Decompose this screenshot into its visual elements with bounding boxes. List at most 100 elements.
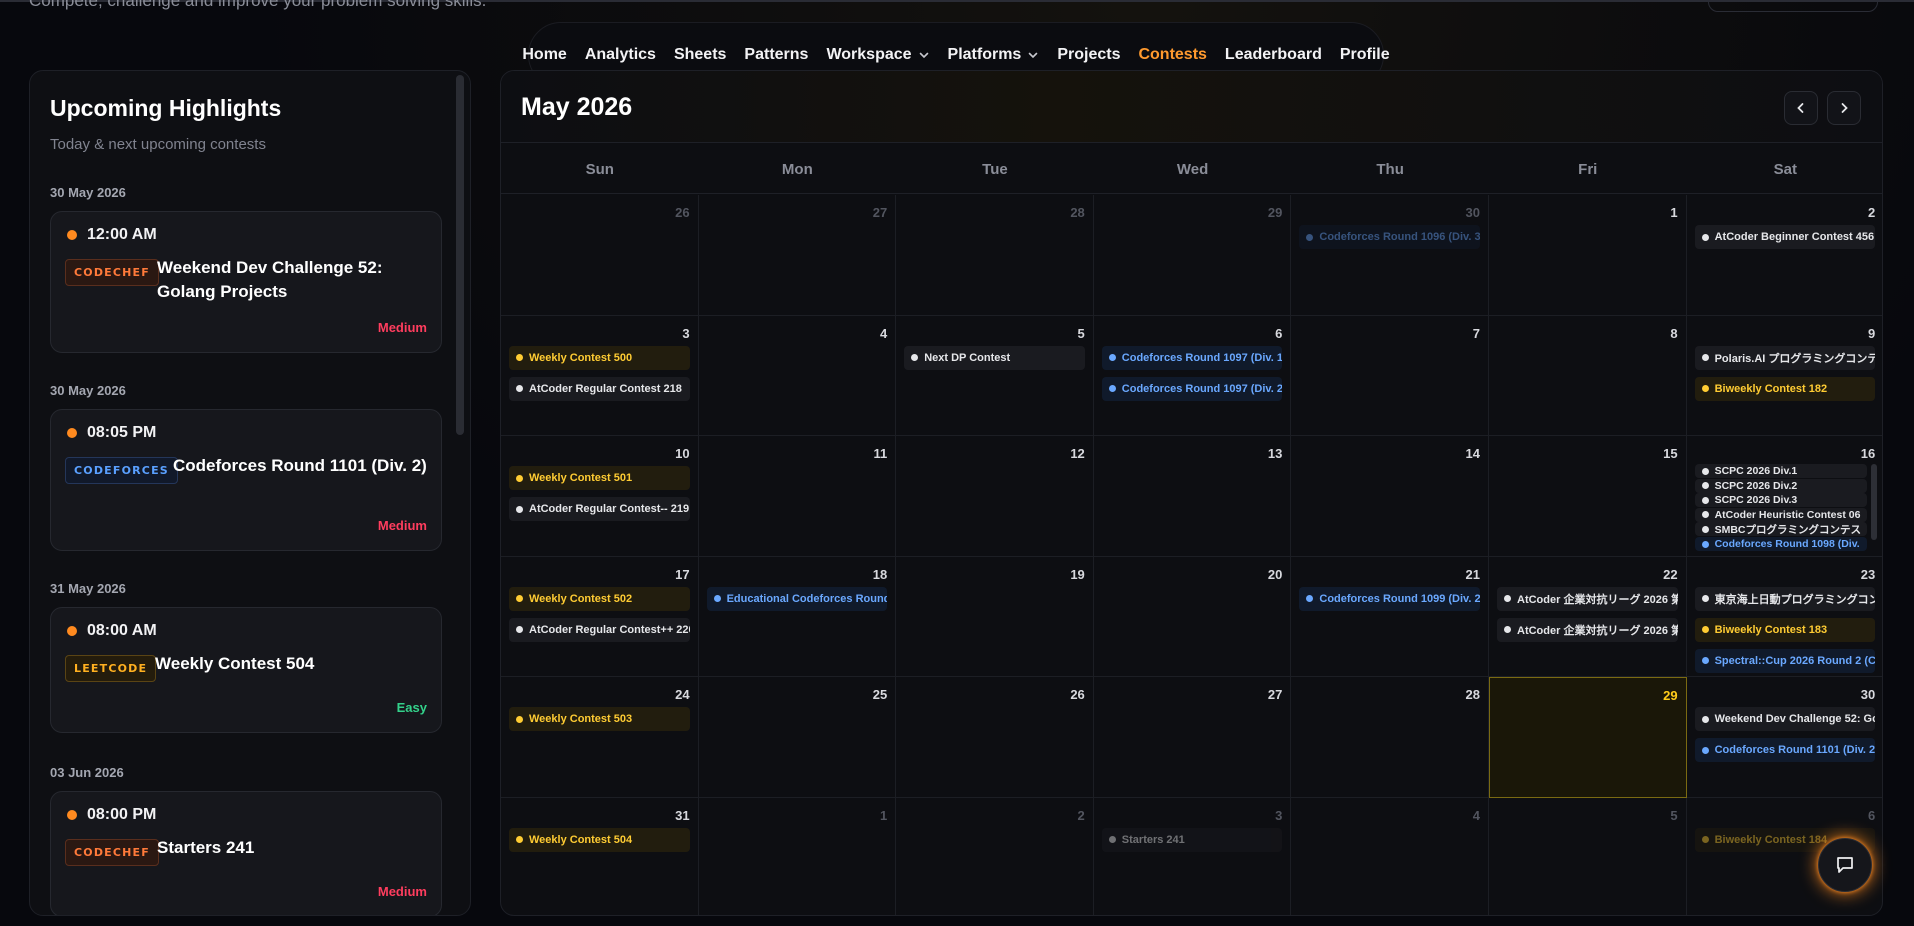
calendar-day[interactable]: 27 [698, 195, 897, 316]
calendar-event[interactable]: Educational Codeforces Round [706, 586, 888, 611]
calendar-event[interactable]: Codeforces Round 1096 (Div. 3) [1299, 225, 1480, 249]
event-title: Weekly Contest 503 [529, 713, 633, 725]
weekday-label: Mon [781, 160, 813, 178]
calendar-day[interactable]: 13 [1093, 436, 1292, 557]
day-number: 29 [1663, 688, 1678, 703]
highlight-card[interactable]: 12:00 AM CODECHEF Weekend Dev Challenge … [50, 211, 442, 353]
highlight-card[interactable]: 08:00 PM CODECHEF Starters 241 Medium [50, 791, 442, 915]
calendar-day[interactable]: 11 [698, 436, 897, 557]
calendar-day[interactable]: 4 [698, 315, 897, 436]
event-dot-icon [1701, 715, 1709, 723]
panel-scrollbar[interactable] [456, 75, 464, 435]
event-dot-icon [516, 626, 523, 633]
calendar-day[interactable]: 30 Weekend Dev Challenge 52: Go Codeforces… [1686, 677, 1882, 798]
nav-label: Platforms [947, 46, 1022, 63]
calendar-day[interactable]: 9 Polaris.AI プログラミングコンテ Biweekly Contest 1… [1686, 316, 1882, 436]
prev-month-button[interactable] [1784, 91, 1818, 125]
calendar-day[interactable]: 10 Weekly Contest 501 AtCoder Regular Cont… [501, 436, 699, 557]
calendar-event[interactable]: Polaris.AI プログラミングコンテ [1694, 345, 1876, 370]
highlight-card[interactable]: 08:05 PM CODEFORCES Codeforces Round 110… [50, 409, 442, 551]
calendar-event[interactable]: Spectral::Cup 2026 Round 2 (Co [1694, 648, 1876, 673]
calendar-event[interactable]: AtCoder Regular Contest++ 220 [509, 617, 690, 642]
calendar-day[interactable]: 1 [1489, 195, 1687, 316]
calendar-event[interactable]: Weekend Dev Challenge 52: Go [1694, 707, 1876, 731]
calendar-event[interactable]: AtCoder Regular Contest 218 [509, 376, 690, 401]
calendar-day[interactable]: 14 [1291, 436, 1489, 557]
calendar-day[interactable]: 4 [1291, 797, 1489, 915]
calendar-day-today[interactable]: 29 [1489, 677, 1687, 798]
calendar-day[interactable]: 30 Codeforces Round 1096 (Div. 3) [1291, 195, 1489, 316]
calendar-day[interactable]: 18 Educational Codeforces Round [698, 556, 897, 677]
calendar-day[interactable]: 5 [1489, 797, 1687, 915]
calendar-event[interactable]: Next DP Contest [904, 345, 1085, 370]
calendar-day[interactable]: 2 [896, 797, 1094, 915]
calendar-day[interactable]: 23 東京海上日動プログラミングコン Biweekly Contest 183 Spe… [1686, 557, 1882, 677]
calendar-day[interactable]: 29 [1093, 195, 1292, 316]
calendar-event[interactable]: Starters 241 [1101, 827, 1283, 852]
calendar-event[interactable]: SCPC 2026 Div.1 [1694, 464, 1868, 478]
weekday-label: Sun [585, 160, 614, 178]
calendar-day[interactable]: 26 [501, 195, 699, 316]
calendar-event[interactable]: Codeforces Round 1097 (Div. 1, [1101, 345, 1283, 370]
calendar-event[interactable]: SCPC 2026 Div.3 [1694, 493, 1868, 508]
event-dot-icon [1701, 233, 1709, 241]
day-number: 20 [1267, 566, 1283, 582]
calendar-day[interactable]: 2 AtCoder Beginner Contest 456 [1686, 195, 1882, 316]
calendar-day[interactable]: 1 [699, 797, 897, 915]
calendar-day[interactable]: 16 SCPC 2026 Div.1 SCPC 2026 Div.2 SCPC 202… [1686, 436, 1882, 557]
calendar-day[interactable]: 6 Codeforces Round 1097 (Div. 1, Codeforce… [1093, 315, 1292, 436]
calendar-event[interactable]: Weekly Contest 504 [509, 827, 690, 852]
panel-subtitle: Today & next upcoming contests [50, 136, 266, 153]
chat-button[interactable] [1818, 838, 1872, 892]
day-number: 10 [675, 446, 690, 461]
calendar-event[interactable]: Codeforces Round 1098 (Div. [1694, 537, 1868, 551]
calendar-day[interactable]: 20 [1093, 556, 1292, 677]
calendar-day[interactable]: 8 [1489, 315, 1687, 436]
calendar-event[interactable]: AtCoder Regular Contest-- 219 [509, 497, 690, 521]
calendar-day[interactable]: 25 [698, 677, 897, 798]
calendar-event[interactable]: AtCoder 企業対抗リーグ 2026 第 [1497, 617, 1678, 642]
calendar-day[interactable]: 15 [1489, 436, 1687, 557]
calendar-day[interactable]: 5 Next DP Contest [896, 315, 1094, 436]
calendar-event[interactable]: Codeforces Round 1101 (Div. 2) [1694, 738, 1876, 762]
calendar-day[interactable]: 31 Weekly Contest 504 [501, 797, 699, 915]
calendar-event[interactable]: Weekly Contest 501 [509, 466, 690, 490]
calendar-event[interactable]: AtCoder 企業対抗リーグ 2026 第 [1497, 586, 1678, 611]
calendar-day[interactable]: 21 Codeforces Round 1099 (Div. 2) [1291, 556, 1489, 677]
calendar-event[interactable]: AtCoder Beginner Contest 456 [1694, 225, 1876, 249]
calendar-day[interactable]: 3 Weekly Contest 500 AtCoder Regular Conte… [501, 315, 699, 436]
day-number: 30 [1860, 687, 1876, 702]
calendar-event[interactable]: Biweekly Contest 183 [1694, 617, 1876, 642]
calendar-day[interactable]: 28 [896, 195, 1094, 316]
calendar-event[interactable]: Codeforces Round 1099 (Div. 2) [1299, 586, 1480, 611]
calendar-day[interactable]: 22 AtCoder 企業対抗リーグ 2026 第 AtCoder 企業対抗リーグ … [1489, 556, 1687, 677]
calendar-day[interactable]: 24 Weekly Contest 503 [501, 677, 699, 798]
day-number: 12 [1070, 446, 1085, 461]
top-right-control[interactable] [1708, 0, 1878, 12]
calendar-day[interactable]: 17 Weekly Contest 502 AtCoder Regular Cont… [501, 556, 699, 677]
event-dot-icon [1504, 595, 1511, 602]
next-month-button[interactable] [1827, 91, 1861, 125]
calendar-event[interactable]: SCPC 2026 Div.2 [1694, 478, 1868, 493]
calendar-event[interactable]: Weekly Contest 502 [509, 586, 690, 611]
calendar-event[interactable]: 東京海上日動プログラミングコン [1694, 586, 1876, 611]
calendar-event[interactable]: Biweekly Contest 182 [1694, 376, 1876, 401]
calendar-event[interactable]: SMBCプログラミングコンテス [1694, 522, 1868, 537]
calendar-day[interactable]: 7 [1291, 315, 1489, 436]
calendar-day[interactable]: 3 Starters 241 [1094, 797, 1292, 915]
calendar-event[interactable]: AtCoder Heuristic Contest 06 [1694, 507, 1868, 522]
event-dot-icon [1701, 836, 1709, 843]
calendar-event[interactable]: Weekly Contest 500 [509, 345, 690, 370]
calendar-day[interactable]: 12 [896, 436, 1094, 557]
calendar-event[interactable]: Codeforces Round 1097 (Div. 2, [1101, 376, 1283, 401]
calendar-day[interactable]: 28 [1291, 677, 1489, 798]
day-events-scrollbar[interactable] [1871, 464, 1878, 540]
calendar-day[interactable]: 27 [1093, 677, 1292, 798]
day-number: 27 [1267, 687, 1283, 702]
status-dot-icon [67, 626, 77, 636]
highlight-card[interactable]: 08:00 AM LEETCODE Weekly Contest 504 Eas… [50, 607, 442, 733]
calendar-day[interactable]: 26 [896, 677, 1094, 798]
calendar-day[interactable]: 19 [896, 556, 1094, 677]
calendar-event[interactable]: Weekly Contest 503 [509, 707, 690, 731]
event-dot-icon [1701, 385, 1709, 392]
